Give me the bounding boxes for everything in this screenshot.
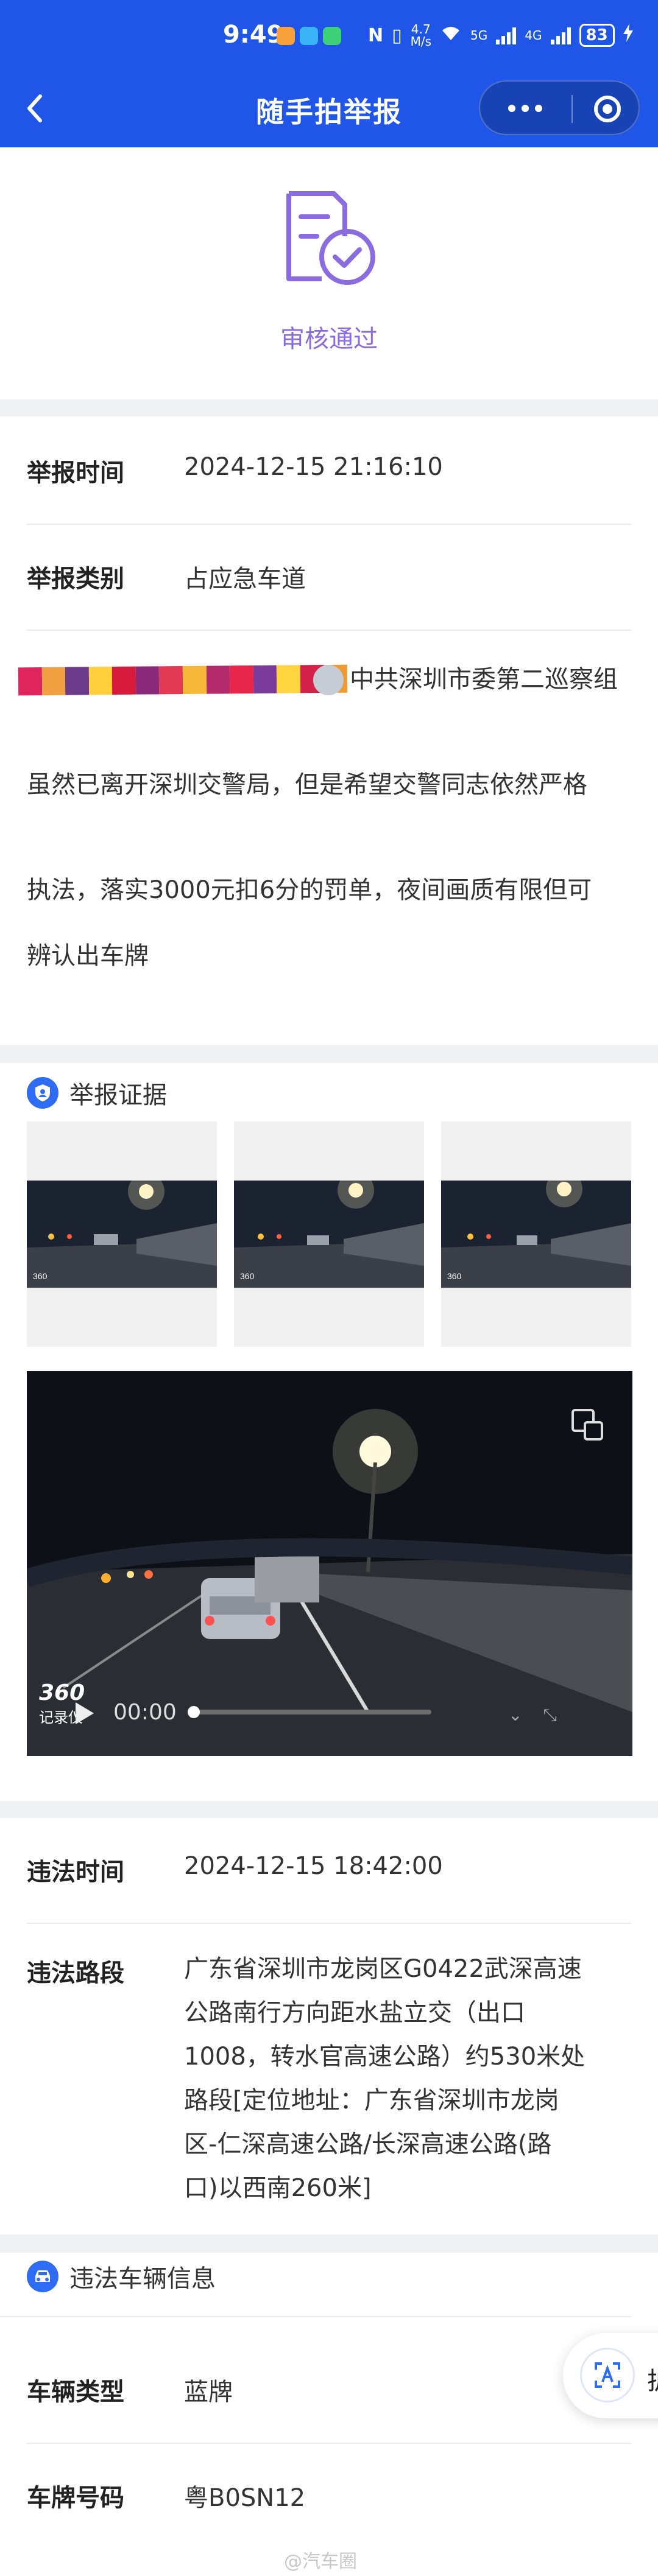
vehicle-type-label: 车辆类型: [27, 2378, 124, 2406]
svg-text:360: 360: [33, 1271, 48, 1281]
wifi-icon: [440, 24, 462, 46]
plate-number-value: 粤B0SN12: [184, 2484, 306, 2512]
play-icon[interactable]: [72, 1700, 96, 1729]
evidence-title: 举报证据: [69, 1081, 167, 1109]
fullscreen-icon[interactable]: [569, 1406, 606, 1443]
report-type-label: 举报类别: [27, 565, 124, 593]
status-indicators: N ▯ 4.7 M/s 5G 4G 83: [368, 23, 633, 47]
chevron-down-icon[interactable]: ⌄: [508, 1705, 522, 1725]
report-description-line-1: 中共深圳市委第二巡察组: [350, 665, 618, 693]
evidence-video-player[interactable]: 360 记录仪 00:00 ⌄ ⤡: [27, 1371, 632, 1756]
redacted-name: [18, 664, 348, 696]
net-tag-2: 4G: [525, 28, 542, 43]
evidence-photo-3[interactable]: 360: [441, 1121, 631, 1347]
app-notification-icon: [323, 27, 341, 45]
evidence-photo-1[interactable]: 360: [27, 1121, 217, 1347]
battery-indicator: 83: [579, 24, 615, 47]
violation-place-line: 路段[定位地址：广东省深圳市龙岗: [184, 2086, 559, 2114]
resize-icon[interactable]: ⤡: [543, 1705, 556, 1725]
nfc-icon: N: [368, 24, 384, 46]
mini-program-capsule: [479, 80, 640, 135]
video-progress-knob[interactable]: [188, 1706, 200, 1718]
report-type-value: 占应急车道: [184, 565, 306, 593]
divider: [27, 524, 631, 525]
violation-place-line: 口)以西南260米]: [184, 2174, 372, 2202]
report-info-card: 举报时间 2024-12-15 21:16:10 举报类别 占应急车道 中共深圳…: [0, 416, 658, 1045]
evidence-header: 举报证据: [27, 1075, 167, 1111]
violation-card: 违法时间 2024-12-15 18:42:00 违法路段 广东省深圳市龙岗区G…: [0, 1818, 658, 2234]
document-check-icon: [283, 191, 380, 289]
app-notification-icon: [300, 27, 318, 45]
signal-icon: [550, 26, 571, 44]
top-bar: 9:49 N ▯ 4.7 M/s 5G 4G 83 随手拍举报: [0, 0, 658, 147]
vehicle-header: 违法车辆信息: [27, 2259, 216, 2294]
notification-icons: [277, 27, 341, 45]
app-notification-icon: [277, 27, 295, 45]
emoji-icon: [313, 665, 344, 695]
review-status-text: 审核通过: [280, 325, 378, 353]
shield-user-icon: [27, 1077, 58, 1109]
net-speed-unit: M/s: [410, 34, 432, 49]
video-progress-bar[interactable]: [190, 1710, 431, 1714]
review-status-card: 审核通过: [0, 147, 658, 399]
capsule-divider: [571, 95, 573, 123]
plate-number-label: 车牌号码: [27, 2484, 124, 2512]
svg-text:360: 360: [447, 1271, 462, 1281]
svg-text:360: 360: [240, 1271, 255, 1281]
evidence-card: 举报证据 360 360 360 360 记录仪 00:00 ⌄ ⤡: [0, 1063, 658, 1801]
evidence-photo-2[interactable]: 360: [234, 1121, 424, 1347]
violation-place-value: 广东省深圳市龙岗区G0422武深高速 公路南行方向距水盐立交（出口 1008，转…: [184, 1947, 635, 2210]
status-time: 9:49: [223, 21, 284, 49]
vehicle-type-value: 蓝牌: [184, 2378, 233, 2406]
divider: [0, 2316, 631, 2317]
floating-peek-text: 护: [647, 2361, 658, 2396]
net-tag-1: 5G: [470, 28, 488, 43]
vehicle-title: 违法车辆信息: [69, 2265, 216, 2293]
report-description-line-4: 辨认出车牌: [27, 942, 149, 970]
more-dots-icon[interactable]: [501, 94, 550, 123]
divider: [27, 1923, 631, 1924]
floating-translate-button[interactable]: 护: [563, 2333, 658, 2418]
violation-place-line: 区-仁深高速公路/长深高速公路(路: [184, 2130, 552, 2158]
report-time-label: 举报时间: [27, 459, 124, 487]
translate-icon: [580, 2348, 635, 2402]
divider: [27, 2443, 631, 2444]
report-description-line-2: 虽然已离开深圳交警局，但是希望交警同志依然严格: [27, 771, 587, 799]
report-description-line-3: 执法，落实3000元扣6分的罚单，夜间画质有限但可: [27, 876, 592, 904]
report-time-value: 2024-12-15 21:16:10: [184, 453, 443, 481]
violation-place-line: 公路南行方向距水盐立交（出口: [184, 1999, 525, 2027]
night-road-photo: 360: [441, 1181, 631, 1288]
net-speed: 4.7 M/s: [411, 23, 431, 47]
violation-place-label: 违法路段: [27, 1959, 124, 1987]
watermark: @汽车圈: [284, 2551, 357, 2572]
target-close-icon[interactable]: [592, 94, 623, 124]
vibrate-icon: ▯: [392, 24, 402, 46]
playback-controls-icons[interactable]: ⌄ ⤡: [508, 1705, 557, 1725]
status-bar: 9:49 N ▯ 4.7 M/s 5G 4G 83: [0, 0, 658, 73]
violation-time-value: 2024-12-15 18:42:00: [184, 1852, 443, 1880]
violation-time-label: 违法时间: [27, 1858, 124, 1886]
car-icon: [27, 2261, 58, 2292]
video-current-time: 00:00: [113, 1700, 177, 1725]
night-road-photo: 360: [234, 1181, 424, 1288]
charging-icon: [623, 24, 633, 47]
violation-place-line: 1008，转水官高速公路）约530米处: [184, 2043, 585, 2071]
signal-icon: [496, 26, 517, 44]
night-road-video-frame: [27, 1371, 632, 1756]
violation-place-line: 广东省深圳市龙岗区G0422武深高速: [184, 1955, 582, 1983]
vehicle-card: 违法车辆信息 车辆类型 蓝牌 车牌号码 粤B0SN12: [0, 2253, 658, 2576]
night-road-photo: 360: [27, 1181, 217, 1288]
